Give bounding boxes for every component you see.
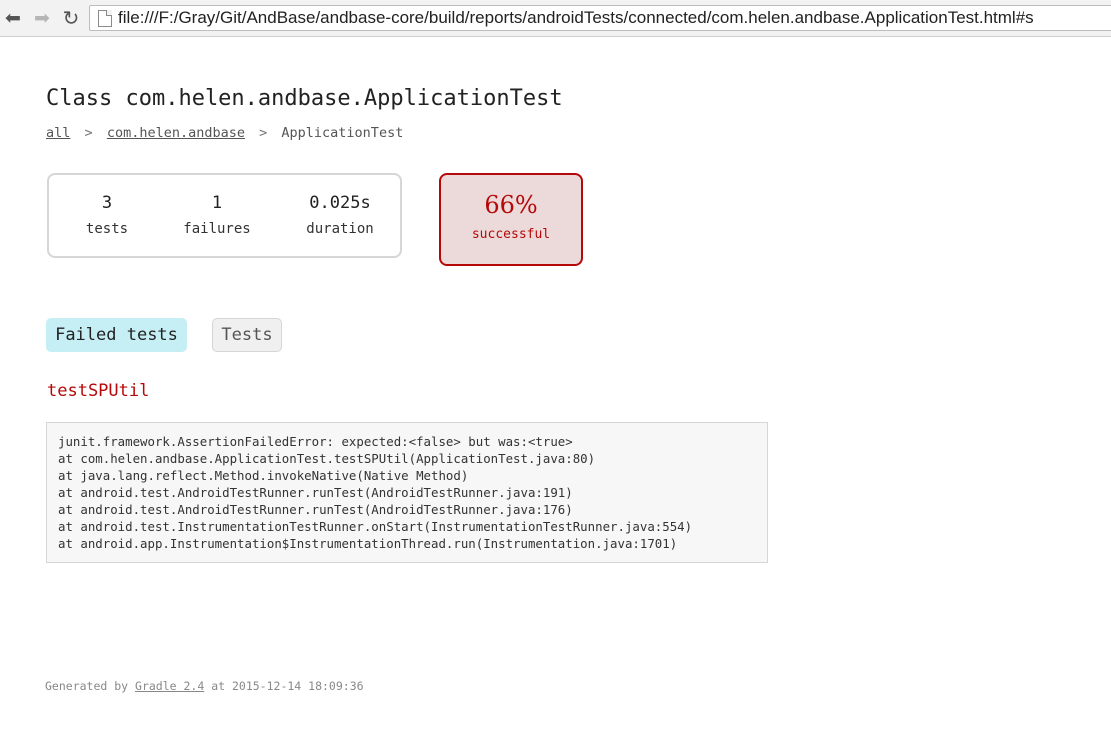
success-label: successful: [471, 227, 551, 242]
success-percent: 66%: [484, 191, 538, 219]
summary-box: 3 tests 1 failures 0.025s duration: [47, 173, 402, 258]
breadcrumb-separator: >: [84, 125, 93, 141]
breadcrumb: all > com.helen.andbase > ApplicationTes…: [46, 125, 403, 141]
footer: Generated by Gradle 2.4 at 2015-12-14 18…: [45, 679, 364, 693]
page-icon: [98, 9, 112, 27]
success-rate-box: 66% successful: [439, 173, 583, 266]
failures-count: 1: [211, 193, 223, 213]
tests-label: tests: [85, 221, 129, 237]
address-bar[interactable]: file:///F:/Gray/Git/AndBase/andbase-core…: [89, 5, 1111, 31]
browser-toolbar: ⬅ ➡ ↻ file:///F:/Gray/Git/AndBase/andbas…: [0, 0, 1111, 37]
tests-counter: 3 tests: [79, 193, 135, 237]
gradle-link[interactable]: Gradle 2.4: [135, 679, 204, 693]
tab-failed-tests[interactable]: Failed tests: [46, 318, 187, 352]
failed-test-name: testSPUtil: [47, 381, 150, 401]
stack-trace-line: at android.test.InstrumentationTestRunne…: [58, 519, 693, 534]
tab-tests[interactable]: Tests: [212, 318, 282, 352]
back-arrow-icon[interactable]: ⬅: [2, 6, 24, 30]
forward-arrow-icon[interactable]: ➡: [31, 6, 53, 30]
stack-trace-line: junit.framework.AssertionFailedError: ex…: [58, 434, 573, 449]
url-text[interactable]: file:///F:/Gray/Git/AndBase/andbase-core…: [118, 8, 1034, 28]
stack-trace-line: at com.helen.andbase.ApplicationTest.tes…: [58, 451, 596, 466]
footer-prefix: Generated by: [45, 679, 129, 693]
failures-counter: 1 failures: [179, 193, 255, 237]
failures-label: failures: [183, 221, 251, 237]
breadcrumb-link-package[interactable]: com.helen.andbase: [107, 125, 245, 141]
stack-trace-line: at android.app.Instrumentation$Instrumen…: [58, 536, 678, 551]
footer-timestamp: at 2015-12-14 18:09:36: [211, 679, 364, 693]
tests-count: 3: [101, 193, 113, 213]
stack-trace-line: at android.test.AndroidTestRunner.runTes…: [58, 485, 573, 500]
stack-trace-line: at java.lang.reflect.Method.invokeNative…: [58, 468, 469, 483]
breadcrumb-current: ApplicationTest: [281, 125, 404, 141]
duration-label: duration: [306, 221, 374, 237]
duration-counter: 0.025s duration: [299, 193, 381, 237]
reload-icon[interactable]: ↻: [60, 6, 82, 30]
duration-value: 0.025s: [309, 193, 371, 213]
page-title: Class com.helen.andbase.ApplicationTest: [46, 86, 563, 111]
stack-trace-line: at android.test.AndroidTestRunner.runTes…: [58, 502, 573, 517]
breadcrumb-link-all[interactable]: all: [46, 125, 70, 141]
stack-trace: junit.framework.AssertionFailedError: ex…: [46, 422, 768, 563]
breadcrumb-separator: >: [259, 125, 268, 141]
